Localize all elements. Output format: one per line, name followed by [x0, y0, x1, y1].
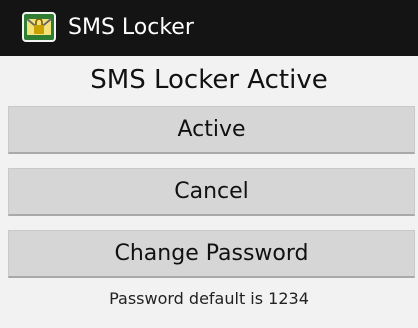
page-title: SMS Locker Active	[90, 65, 328, 95]
action-bar: SMS Locker	[0, 0, 418, 56]
password-hint: Password default is 1234	[109, 289, 309, 308]
app-title: SMS Locker	[68, 15, 194, 40]
cancel-button[interactable]: Cancel	[8, 168, 415, 216]
sms-locker-app-icon	[22, 12, 56, 42]
active-button[interactable]: Active	[8, 106, 415, 154]
change-password-button[interactable]: Change Password	[8, 230, 415, 278]
app-icon[interactable]	[22, 12, 56, 42]
